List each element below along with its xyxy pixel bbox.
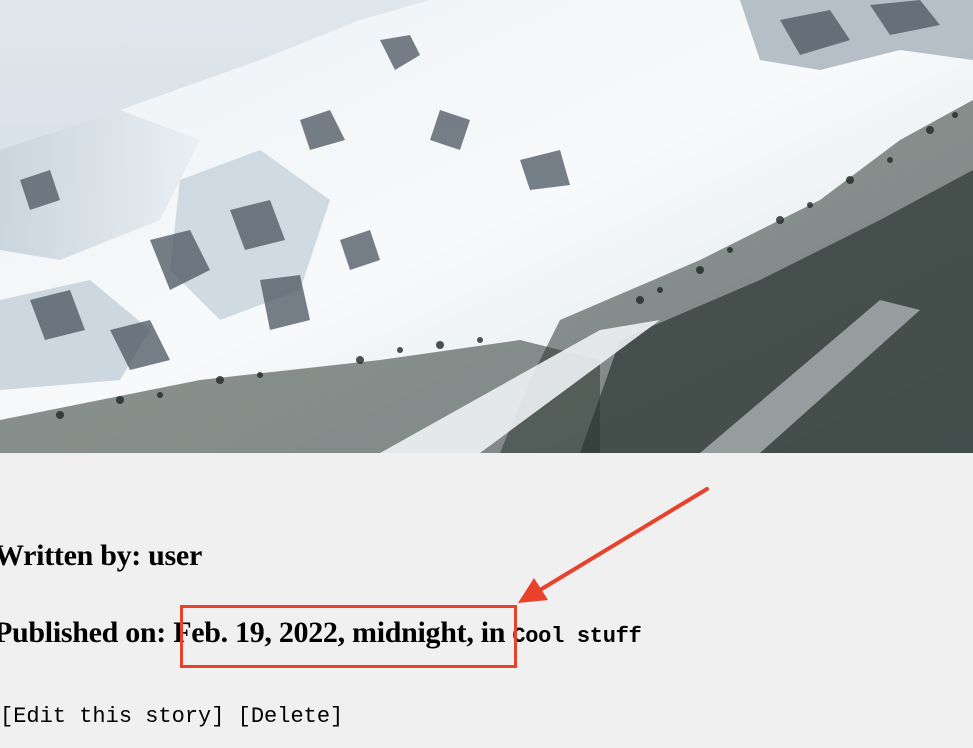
annotation-arrow (518, 487, 709, 603)
story-detail-page: Written by: user Published on: Feb. 19, … (0, 0, 973, 748)
